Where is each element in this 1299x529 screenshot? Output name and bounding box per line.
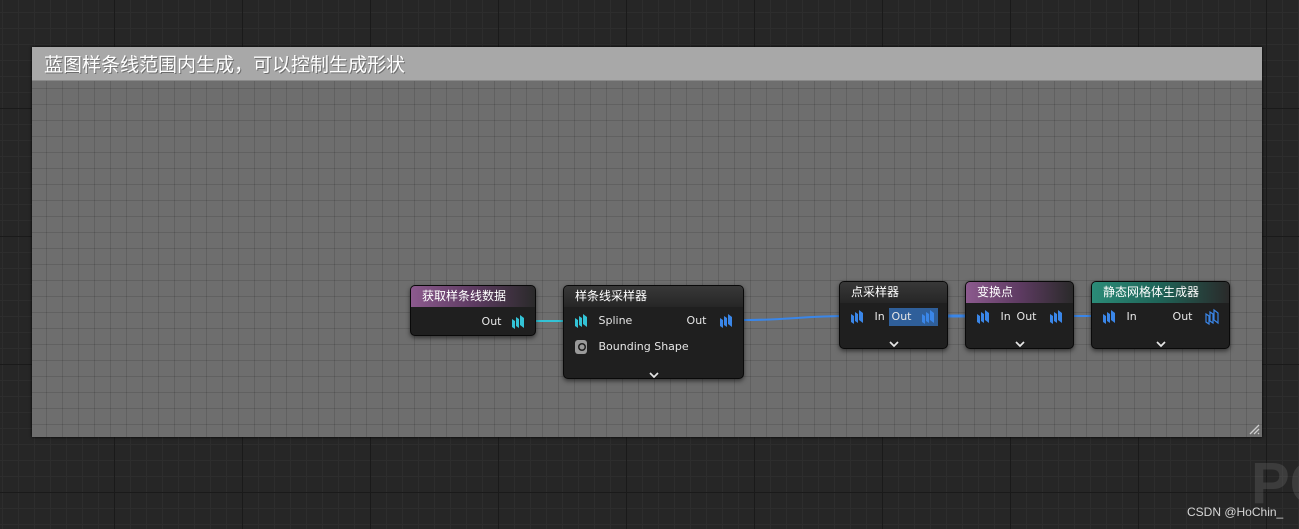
node-transform-points[interactable]: 变换点 In Out xyxy=(965,281,1074,349)
spline-input-pin[interactable]: Spline xyxy=(574,312,632,330)
in-pin-label: In xyxy=(874,310,885,323)
point-data-pin-icon[interactable] xyxy=(1102,308,1116,326)
in-pin[interactable]: In xyxy=(976,308,1011,326)
out-pin-label: Out xyxy=(1016,310,1037,323)
node-get-spline-data[interactable]: 获取样条线数据 Out xyxy=(410,285,536,336)
spline-pin-label: Spline xyxy=(598,314,633,327)
out-pin[interactable]: Out xyxy=(1173,308,1219,326)
out-pin-label: Out xyxy=(1172,310,1193,323)
out-pin-label: Out xyxy=(686,314,707,327)
bounding-shape-label: Bounding Shape xyxy=(598,340,689,353)
out-pin[interactable]: Out xyxy=(1017,308,1063,326)
out-pin-label: Out xyxy=(481,315,502,328)
chevron-down-icon xyxy=(1155,341,1166,348)
in-pin-label: In xyxy=(1126,310,1137,323)
in-pin[interactable]: In xyxy=(850,308,885,326)
node-title: 样条线采样器 xyxy=(564,286,743,307)
point-data-pin-icon[interactable] xyxy=(921,308,935,326)
chevron-down-icon xyxy=(648,372,659,378)
out-pin[interactable]: Out xyxy=(687,312,733,330)
out-pin[interactable]: Out xyxy=(482,313,525,331)
point-data-pin-icon[interactable] xyxy=(1205,308,1219,326)
spline-data-pin-icon[interactable] xyxy=(574,312,588,330)
node-title: 变换点 xyxy=(966,282,1073,303)
in-pin[interactable]: In xyxy=(1102,308,1137,326)
in-pin-label: In xyxy=(1000,310,1011,323)
spline-data-pin-icon[interactable] xyxy=(511,313,525,331)
node-spline-sampler[interactable]: 样条线采样器 Spline Out Bounding Shape xyxy=(563,285,744,379)
node-static-mesh-spawner[interactable]: 静态网格体生成器 In Out xyxy=(1091,281,1230,349)
expand-button[interactable] xyxy=(564,364,743,378)
bounding-shape-pin-icon[interactable] xyxy=(574,338,588,356)
out-pin[interactable]: Out xyxy=(888,308,938,326)
chevron-down-icon xyxy=(1014,341,1025,348)
watermark-csdn: CSDN @HoChin_ xyxy=(1187,505,1284,519)
node-point-sampler[interactable]: 点采样器 In Out xyxy=(839,281,948,349)
point-data-pin-icon[interactable] xyxy=(1049,308,1063,326)
resize-grip-icon[interactable] xyxy=(1248,423,1260,435)
expand-button[interactable] xyxy=(1092,333,1229,348)
bounding-shape-pin[interactable]: Bounding Shape xyxy=(574,338,689,356)
out-pin-label: Out xyxy=(891,310,912,323)
expand-button[interactable] xyxy=(840,333,947,348)
node-title: 点采样器 xyxy=(840,282,947,303)
expand-button[interactable] xyxy=(966,333,1073,348)
chevron-down-icon xyxy=(888,341,899,348)
point-data-pin-icon[interactable] xyxy=(976,308,990,326)
node-title: 获取样条线数据 xyxy=(411,286,535,307)
node-title: 静态网格体生成器 xyxy=(1092,282,1229,303)
point-data-pin-icon[interactable] xyxy=(850,308,864,326)
comment-title[interactable]: 蓝图样条线范围内生成，可以控制生成形状 xyxy=(32,47,1262,81)
point-data-pin-icon[interactable] xyxy=(719,312,733,330)
